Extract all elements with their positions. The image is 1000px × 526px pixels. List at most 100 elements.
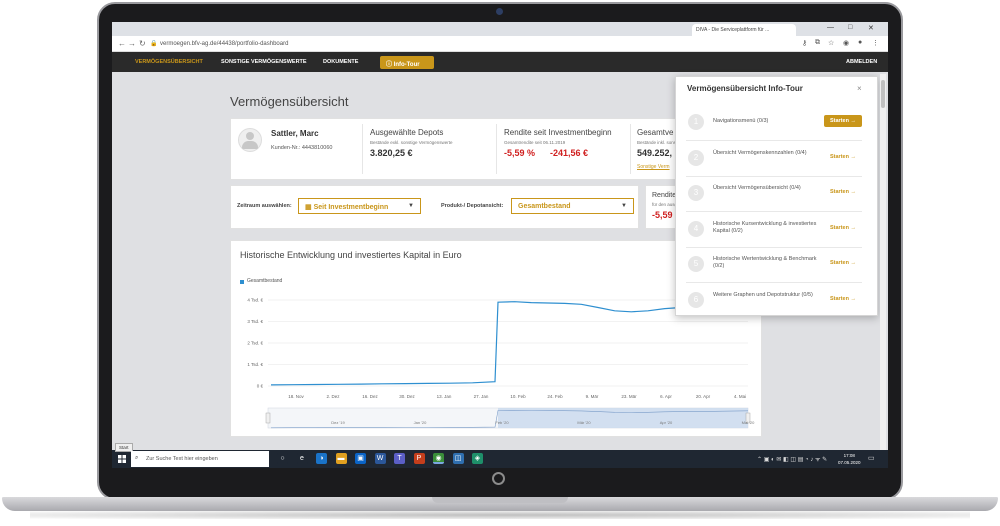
star-icon[interactable]: ☆ <box>828 39 834 47</box>
x-tick-label: 20. Apr <box>696 394 711 399</box>
tour-step-divider <box>686 175 862 177</box>
navigator-selection[interactable] <box>498 408 748 428</box>
lock-icon: 🔒 <box>150 41 158 47</box>
forward-icon[interactable]: → <box>128 39 136 48</box>
navigator-handle-left[interactable] <box>265 412 271 424</box>
translate-icon[interactable]: ⧉ <box>815 39 820 47</box>
edge-old-icon[interactable]: e <box>296 453 308 464</box>
scrollbar[interactable] <box>880 74 886 452</box>
back-icon[interactable]: ← <box>118 39 126 48</box>
rendite-label: Rendite seit Investmentbeginn <box>504 128 612 137</box>
navigator-label: Mai '20 <box>742 420 756 425</box>
x-tick-label: 6. Apr <box>660 394 672 399</box>
scrollbar-thumb[interactable] <box>881 80 885 108</box>
info-tour-title: Vermögensübersicht Info-Tour <box>687 84 803 93</box>
x-tick-label: 23. Mär <box>621 394 637 399</box>
x-tick-label: 4. Mai <box>734 394 746 399</box>
logout-link[interactable]: ABMELDEN <box>846 59 877 65</box>
browser-tab[interactable]: DIVA - Die Serviceplattform für ... <box>692 24 796 36</box>
laptop-frame: DIVA - Die Serviceplattform für ... — □ … <box>0 0 1000 526</box>
tour-step-start-button[interactable]: Starten → <box>824 115 862 127</box>
y-tick-label: 1 Tsd. € <box>247 362 263 367</box>
task-view-icon[interactable]: ○ <box>277 453 288 464</box>
side-rendite-label: Rendite <box>652 192 677 199</box>
tab-title: DIVA - Die Serviceplattform für ... <box>696 27 770 33</box>
key-icon[interactable]: ⚷ <box>802 39 807 47</box>
page-title: Vermögensübersicht <box>230 94 349 109</box>
avatar-head-icon <box>246 132 254 140</box>
tour-step-divider <box>686 140 862 141</box>
clock[interactable]: 17:08 07.05.2020 <box>838 452 861 466</box>
navigator-label: Apr '20 <box>660 420 673 425</box>
customer-number: Kunden-Nr.: 4443810060 <box>271 145 333 151</box>
nav-item-sonstige[interactable]: SONSTIGE VERMÖGENSWERTE <box>221 59 307 65</box>
sonstige-link[interactable]: Sonstige Verm <box>637 164 670 170</box>
maximize-icon[interactable]: □ <box>848 24 852 31</box>
teams-icon[interactable]: T <box>394 453 405 464</box>
power-button-icon <box>492 472 505 485</box>
app-icon-1[interactable]: ◫ <box>452 453 464 464</box>
rendite-percent: -5,59 % <box>504 148 536 158</box>
outlook-icon[interactable]: ▣ <box>355 453 366 464</box>
chevron-down-icon: ▼ <box>621 203 627 209</box>
period-value: Seit Investmentbeginn <box>313 204 389 211</box>
legend-label[interactable]: Gesamtbestand <box>247 278 282 284</box>
clock-date: 07.05.2020 <box>838 460 861 465</box>
chrome-icon[interactable]: ◉ <box>433 453 444 464</box>
gesamt-sublabel: Bestände inkl. sonst <box>637 140 678 145</box>
product-select[interactable]: Gesamtbestand ▼ <box>511 198 634 214</box>
edge-icon[interactable]: ◑ <box>316 453 327 464</box>
period-select[interactable]: ▦ Seit Investmentbeginn ▼ <box>298 198 421 214</box>
menu-dots-icon[interactable]: ⋮ <box>872 39 879 47</box>
info-tour-button[interactable]: ⓘ Info-Tour <box>380 56 434 69</box>
divider <box>362 124 363 174</box>
tour-step-start-button[interactable]: Starten → <box>830 296 856 302</box>
tour-step-start-button[interactable]: Starten → <box>830 189 856 195</box>
y-tick-label: 3 Tsd. € <box>247 319 263 324</box>
y-tick-label: 2 Tsd. € <box>247 341 263 346</box>
legend-swatch <box>240 280 244 284</box>
avatar-body-icon <box>242 141 258 149</box>
close-icon[interactable]: × <box>857 84 862 93</box>
minimize-icon[interactable]: — <box>827 24 834 31</box>
chevron-down-icon: ▼ <box>408 203 414 209</box>
tray-icons[interactable]: ⌃ ▣ ◐ ✉ ◧ ◫ ▤ ◔ ♪ ᯤ ✎ <box>757 455 827 463</box>
notification-icon[interactable]: ▭ <box>868 454 875 462</box>
powerpoint-icon[interactable]: P <box>413 453 425 464</box>
tour-step-start-button[interactable]: Starten → <box>830 260 856 266</box>
x-tick-label: 30. Dez <box>399 394 415 399</box>
clock-time: 17:08 <box>843 453 855 458</box>
tour-step-label: Navigationsmenü (0/3) <box>713 118 769 124</box>
tour-step-divider <box>686 246 862 248</box>
tour-step-divider <box>686 211 862 212</box>
profile-icon[interactable]: ● <box>858 39 862 46</box>
reload-icon[interactable]: ↻ <box>139 39 146 48</box>
tour-step-label: Weitere Graphen und Depotstruktur (0/5) <box>713 291 813 298</box>
navigator-label: Dez '19 <box>331 420 345 425</box>
navigator-label: Jan '20 <box>414 420 428 425</box>
url-text[interactable]: vermoegen.bfv-ag.de/44438/portfolio-dash… <box>160 41 288 47</box>
period-label: Zeitraum auswählen: <box>237 203 292 209</box>
product-value: Gesamtbestand <box>518 203 571 210</box>
taskbar-search-placeholder: Zur Suche Text hier eingeben <box>146 456 218 462</box>
laptop-base-notch <box>432 497 568 503</box>
tour-step-start-button[interactable]: Starten → <box>830 154 856 160</box>
tour-step-number: 3 <box>688 185 704 201</box>
tour-step-number: 1 <box>688 114 704 130</box>
file-explorer-icon[interactable]: ▬ <box>335 453 347 464</box>
x-tick-label: 10. Feb <box>510 394 526 399</box>
word-icon[interactable]: W <box>374 453 386 464</box>
tour-step-start-button[interactable]: Starten → <box>830 225 856 231</box>
nav-item-dokumente[interactable]: DOKUMENTE <box>323 59 358 65</box>
extension-icon[interactable]: ◉ <box>843 39 849 47</box>
y-tick-label: 0 € <box>257 384 264 389</box>
calendar-icon: ▦ <box>305 204 312 211</box>
close-window-icon[interactable]: ✕ <box>868 24 874 32</box>
windows-start-icon[interactable] <box>118 455 126 463</box>
nav-item-vermoegensuebersicht[interactable]: VERMÖGENSÜBERSICHT <box>135 59 203 65</box>
x-tick-label: 2. Dez <box>326 394 340 399</box>
gesamt-label: Gesamtve <box>637 128 674 137</box>
divider <box>496 124 497 174</box>
app-icon-2[interactable]: ◈ <box>472 453 483 464</box>
search-icon: ⌕ <box>135 455 139 461</box>
